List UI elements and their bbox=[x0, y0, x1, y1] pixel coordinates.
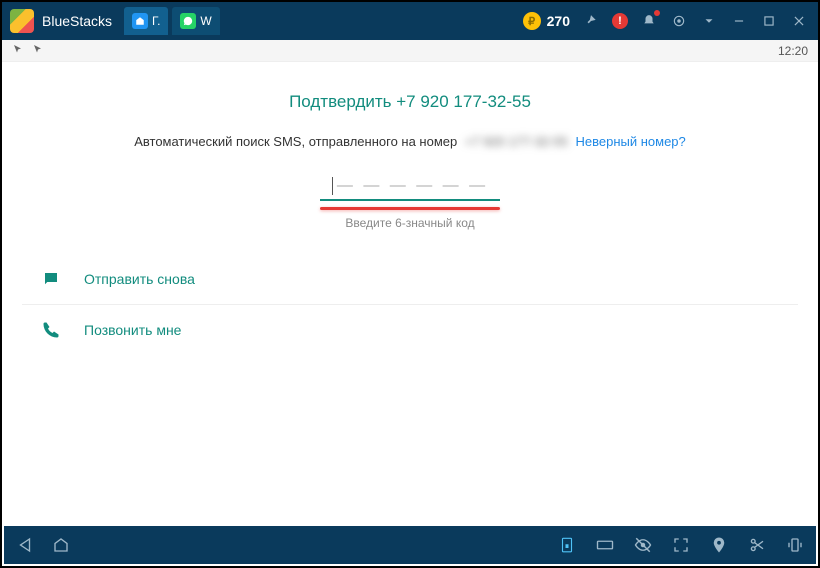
phone-icon bbox=[40, 319, 62, 341]
call-label: Позвонить мне bbox=[84, 322, 181, 338]
alert-icon[interactable]: ! bbox=[612, 13, 628, 29]
home-nav-icon[interactable] bbox=[50, 534, 72, 556]
highlight-annotation bbox=[320, 207, 500, 210]
bell-icon[interactable] bbox=[640, 12, 658, 30]
cursor-icon-2 bbox=[32, 43, 44, 58]
shake-icon[interactable] bbox=[784, 534, 806, 556]
code-input[interactable]: — — — — — — bbox=[320, 177, 500, 201]
android-statusbar: 12:20 bbox=[2, 40, 818, 62]
rotation-lock-icon[interactable] bbox=[556, 534, 578, 556]
home-icon bbox=[132, 13, 148, 29]
keyboard-icon[interactable] bbox=[594, 534, 616, 556]
verify-screen: Подтвердить +7 920 177-32-55 Автоматичес… bbox=[2, 62, 818, 355]
android-navbar bbox=[4, 526, 816, 564]
whatsapp-icon bbox=[180, 13, 196, 29]
fullscreen-icon[interactable] bbox=[670, 534, 692, 556]
target-icon[interactable] bbox=[670, 12, 688, 30]
masked-number: +7 920 177-32-55 bbox=[465, 134, 568, 149]
code-dashes: — — — — — — bbox=[337, 177, 488, 194]
cursor-icon-1 bbox=[12, 43, 24, 58]
minimize-icon[interactable] bbox=[730, 12, 748, 30]
close-icon[interactable] bbox=[790, 12, 808, 30]
code-hint: Введите 6-значный код bbox=[22, 216, 798, 230]
sms-prefix: Автоматический поиск SMS, отправленного … bbox=[134, 134, 457, 149]
tab-label: Г. bbox=[152, 14, 160, 28]
titlebar: BlueStacks Г. W ₽ 270 ! bbox=[2, 2, 818, 40]
coin-icon: ₽ bbox=[523, 12, 541, 30]
status-time: 12:20 bbox=[778, 44, 808, 58]
scissors-icon[interactable] bbox=[746, 534, 768, 556]
chevron-down-icon[interactable] bbox=[700, 12, 718, 30]
call-me-row[interactable]: Позвонить мне bbox=[22, 305, 798, 355]
verify-title: Подтвердить +7 920 177-32-55 bbox=[22, 92, 798, 112]
resend-sms-row[interactable]: Отправить снова bbox=[22, 254, 798, 305]
message-icon bbox=[40, 268, 62, 290]
tab-label: W bbox=[200, 14, 211, 28]
back-icon[interactable] bbox=[14, 534, 36, 556]
sms-info: Автоматический поиск SMS, отправленного … bbox=[22, 134, 798, 149]
maximize-icon[interactable] bbox=[760, 12, 778, 30]
coin-count: 270 bbox=[547, 13, 570, 29]
tab-whatsapp[interactable]: W bbox=[172, 7, 219, 35]
code-input-wrap: — — — — — — bbox=[22, 177, 798, 201]
location-icon[interactable] bbox=[708, 534, 730, 556]
tab-home[interactable]: Г. bbox=[124, 7, 168, 35]
resend-label: Отправить снова bbox=[84, 271, 195, 287]
bluestacks-logo bbox=[10, 9, 34, 33]
pin-icon[interactable] bbox=[582, 12, 600, 30]
wrong-number-link[interactable]: Неверный номер? bbox=[576, 134, 686, 149]
app-name: BlueStacks bbox=[42, 13, 112, 29]
eye-off-icon[interactable] bbox=[632, 534, 654, 556]
